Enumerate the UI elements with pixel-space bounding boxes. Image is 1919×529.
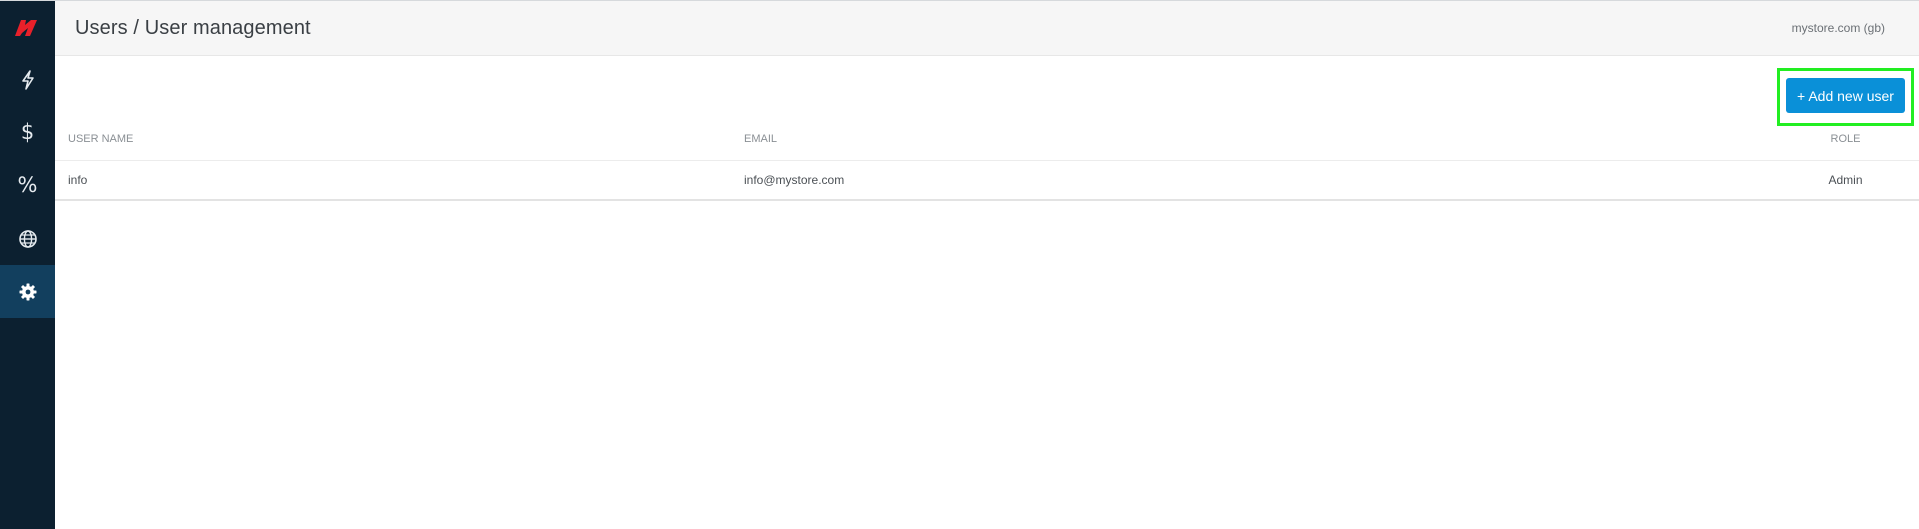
cell-role: Admin [1772,160,1919,201]
brand-logo-icon [14,20,37,36]
globe-icon [18,229,37,248]
sidebar: $ % [0,1,55,529]
store-selector[interactable]: mystore.com (gb) [1792,21,1885,35]
dollar-icon: $ [20,120,35,144]
content-area: + Add new user USER NAME EMAIL ROLE info… [55,56,1919,529]
sidebar-item-pricing[interactable]: $ [0,106,55,159]
table-header-row: USER NAME EMAIL ROLE [55,118,1919,161]
main-area: Users / User management mystore.com (gb)… [55,1,1919,529]
gear-icon [19,283,36,300]
table-row[interactable]: info info@mystore.com Admin [55,160,1919,201]
percent-icon: % [17,173,38,197]
cell-email: info@mystore.com [731,160,1772,201]
sidebar-item-settings[interactable] [0,265,55,318]
top-bar: Users / User management mystore.com (gb) [55,1,1919,56]
column-header-user-name[interactable]: USER NAME [55,118,731,161]
page-title: Users / User management [75,16,311,39]
sidebar-item-discounts[interactable]: % [0,159,55,212]
cell-user-name: info [55,160,731,201]
lightning-icon [21,69,34,90]
sidebar-item-activity[interactable] [0,53,55,106]
brand-logo[interactable] [0,1,55,53]
sidebar-item-markets[interactable] [0,212,55,265]
toolbar: + Add new user [55,56,1919,126]
app-root: $ % Users / User management mystore.com … [0,0,1919,529]
column-header-email[interactable]: EMAIL [731,118,1772,161]
users-table: USER NAME EMAIL ROLE info info@mystore.c… [55,118,1919,201]
add-new-user-button[interactable]: + Add new user [1786,78,1905,113]
